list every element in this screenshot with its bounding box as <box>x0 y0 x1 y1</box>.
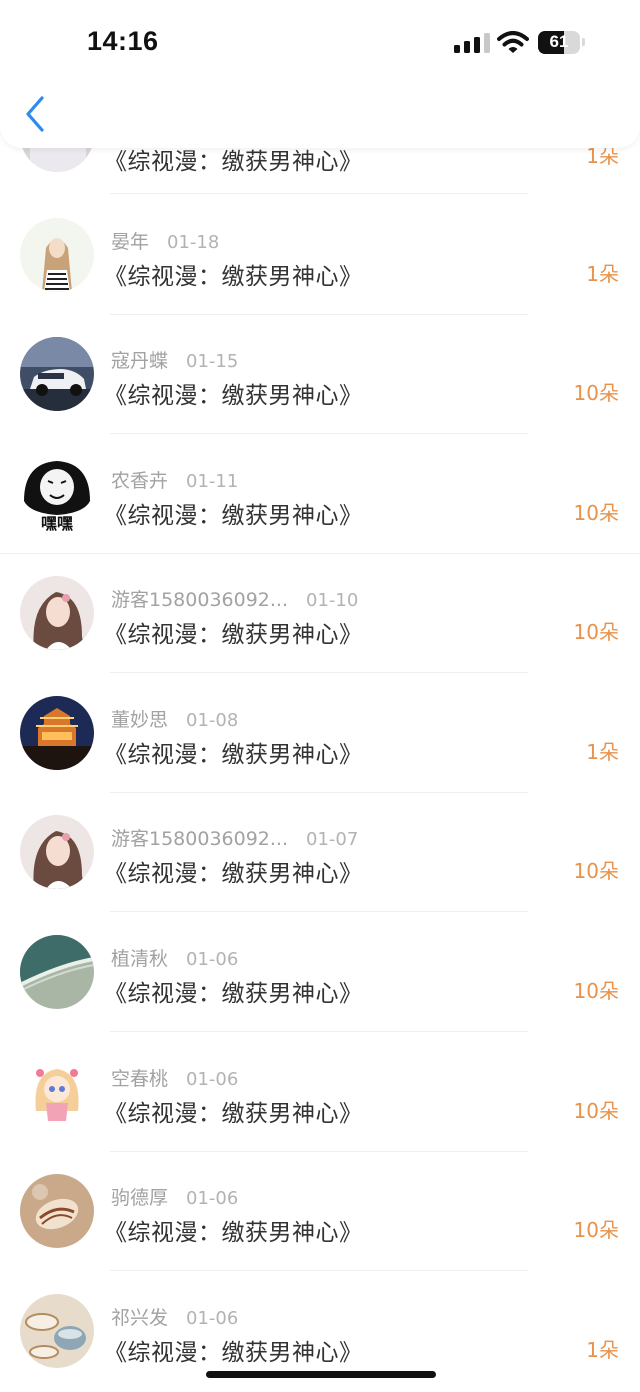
record-title: 《综视漫：缴获男神心》 <box>104 1340 363 1366</box>
record-date: 01-06 <box>186 949 239 970</box>
chevron-left-icon <box>26 96 44 132</box>
list-item[interactable]: 游客1580036092... 01-10 《综视漫：缴获男神心》 10朵 <box>0 554 640 674</box>
list-item[interactable]: 驹德厚 01-06 《综视漫：缴获男神心》 10朵 <box>0 1152 640 1272</box>
list-item[interactable]: 董妙思 01-08 《综视漫：缴获男神心》 1朵 <box>0 674 640 794</box>
divider <box>110 193 528 194</box>
record-date: 01-08 <box>186 710 239 731</box>
username[interactable]: 游客1580036092... <box>111 589 288 611</box>
record-meta: 驹德厚 01-06 <box>111 1183 238 1210</box>
list-item[interactable]: 晏年 01-18 《综视漫：缴获男神心》 1朵 <box>0 196 640 316</box>
record-date: 01-06 <box>186 1308 239 1329</box>
record-date: 01-07 <box>306 829 359 850</box>
record-meta: 游客1580036092... 01-10 <box>111 585 358 612</box>
avatar[interactable] <box>20 696 94 770</box>
record-date: 01-06 <box>186 1069 239 1090</box>
record-date: 01-18 <box>167 232 220 253</box>
record-meta: 晏年 01-18 <box>111 227 219 254</box>
record-title: 《综视漫：缴获男神心》 <box>104 742 363 768</box>
divider <box>110 911 528 912</box>
record-meta: 游客1580036092... 01-07 <box>111 824 358 851</box>
cellular-signal-icon <box>454 33 490 53</box>
gift-amount: 10朵 <box>573 501 619 525</box>
gift-amount: 10朵 <box>573 620 619 644</box>
username[interactable]: 祁兴发 <box>111 1307 168 1329</box>
divider <box>110 433 528 434</box>
top-bar: 14:16 61 <box>0 0 640 148</box>
username[interactable]: 植清秋 <box>111 948 168 970</box>
record-title: 《综视漫：缴获男神心》 <box>104 1101 363 1127</box>
record-title: 《综视漫：缴获男神心》 <box>104 264 363 290</box>
gift-amount: 1朵 <box>586 740 619 764</box>
status-time: 14:16 <box>87 26 159 56</box>
wifi-icon <box>497 31 529 53</box>
record-title: 《综视漫：缴获男神心》 <box>104 503 363 529</box>
username[interactable]: 空春桃 <box>111 1068 168 1090</box>
gift-amount: 10朵 <box>573 1218 619 1242</box>
avatar[interactable] <box>20 1294 94 1368</box>
battery-percent: 61 <box>549 32 569 51</box>
avatar[interactable] <box>20 1055 94 1129</box>
record-meta: 空春桃 01-06 <box>111 1064 238 1091</box>
list-item[interactable]: 空春桃 01-06 《综视漫：缴获男神心》 10朵 <box>0 1033 640 1153</box>
gift-amount: 10朵 <box>573 1099 619 1123</box>
username[interactable]: 寇丹蝶 <box>111 350 168 372</box>
list-item[interactable]: 植清秋 01-06 《综视漫：缴获男神心》 10朵 <box>0 913 640 1033</box>
record-date: 01-11 <box>186 471 239 492</box>
gift-amount: 1朵 <box>586 262 619 286</box>
avatar[interactable] <box>20 337 94 411</box>
divider <box>110 1031 528 1032</box>
gift-amount: 10朵 <box>573 979 619 1003</box>
battery-icon: 61 <box>538 31 580 54</box>
record-meta: 祁兴发 01-06 <box>111 1303 238 1330</box>
username[interactable]: 驹德厚 <box>111 1187 168 1209</box>
gift-amount: 10朵 <box>573 381 619 405</box>
username[interactable]: 董妙思 <box>111 709 168 731</box>
avatar-caption: 嘿嘿 <box>41 514 73 531</box>
record-title: 《综视漫：缴获男神心》 <box>104 383 363 409</box>
record-meta: 农香卉 01-11 <box>111 466 238 493</box>
avatar[interactable] <box>20 576 94 650</box>
record-meta: 寇丹蝶 01-15 <box>111 346 238 373</box>
battery-tip <box>582 38 585 46</box>
record-title: 《综视漫：缴获男神心》 <box>104 981 363 1007</box>
divider <box>110 672 528 673</box>
username[interactable]: 游客1580036092... <box>111 828 288 850</box>
record-date: 01-06 <box>186 1188 239 1209</box>
record-title: 《综视漫：缴获男神心》 <box>104 1220 363 1246</box>
record-meta: 董妙思 01-08 <box>111 705 238 732</box>
record-date: 01-15 <box>186 351 239 372</box>
record-meta: 植清秋 01-06 <box>111 944 238 971</box>
avatar[interactable] <box>20 218 94 292</box>
divider <box>110 1270 528 1271</box>
record-date: 01-10 <box>306 590 359 611</box>
home-indicator[interactable] <box>206 1371 436 1378</box>
avatar[interactable] <box>20 815 94 889</box>
avatar[interactable] <box>20 935 94 1009</box>
avatar[interactable]: 嘿嘿 <box>20 457 94 531</box>
record-title: 《综视漫：缴获男神心》 <box>104 622 363 648</box>
record-title: 《综视漫：缴获男神心》 <box>104 861 363 887</box>
avatar[interactable] <box>20 1174 94 1248</box>
gift-amount: 10朵 <box>573 859 619 883</box>
list-item[interactable]: 嘿嘿 农香卉 01-11 《综视漫：缴获男神心》 10朵 <box>0 435 640 555</box>
list-item[interactable]: 寇丹蝶 01-15 《综视漫：缴获男神心》 10朵 <box>0 315 640 435</box>
gift-amount: 1朵 <box>586 1338 619 1362</box>
username[interactable]: 晏年 <box>111 231 149 253</box>
username[interactable]: 农香卉 <box>111 470 168 492</box>
back-button[interactable] <box>18 92 52 136</box>
list-item[interactable]: 游客1580036092... 01-07 《综视漫：缴获男神心》 10朵 <box>0 793 640 913</box>
